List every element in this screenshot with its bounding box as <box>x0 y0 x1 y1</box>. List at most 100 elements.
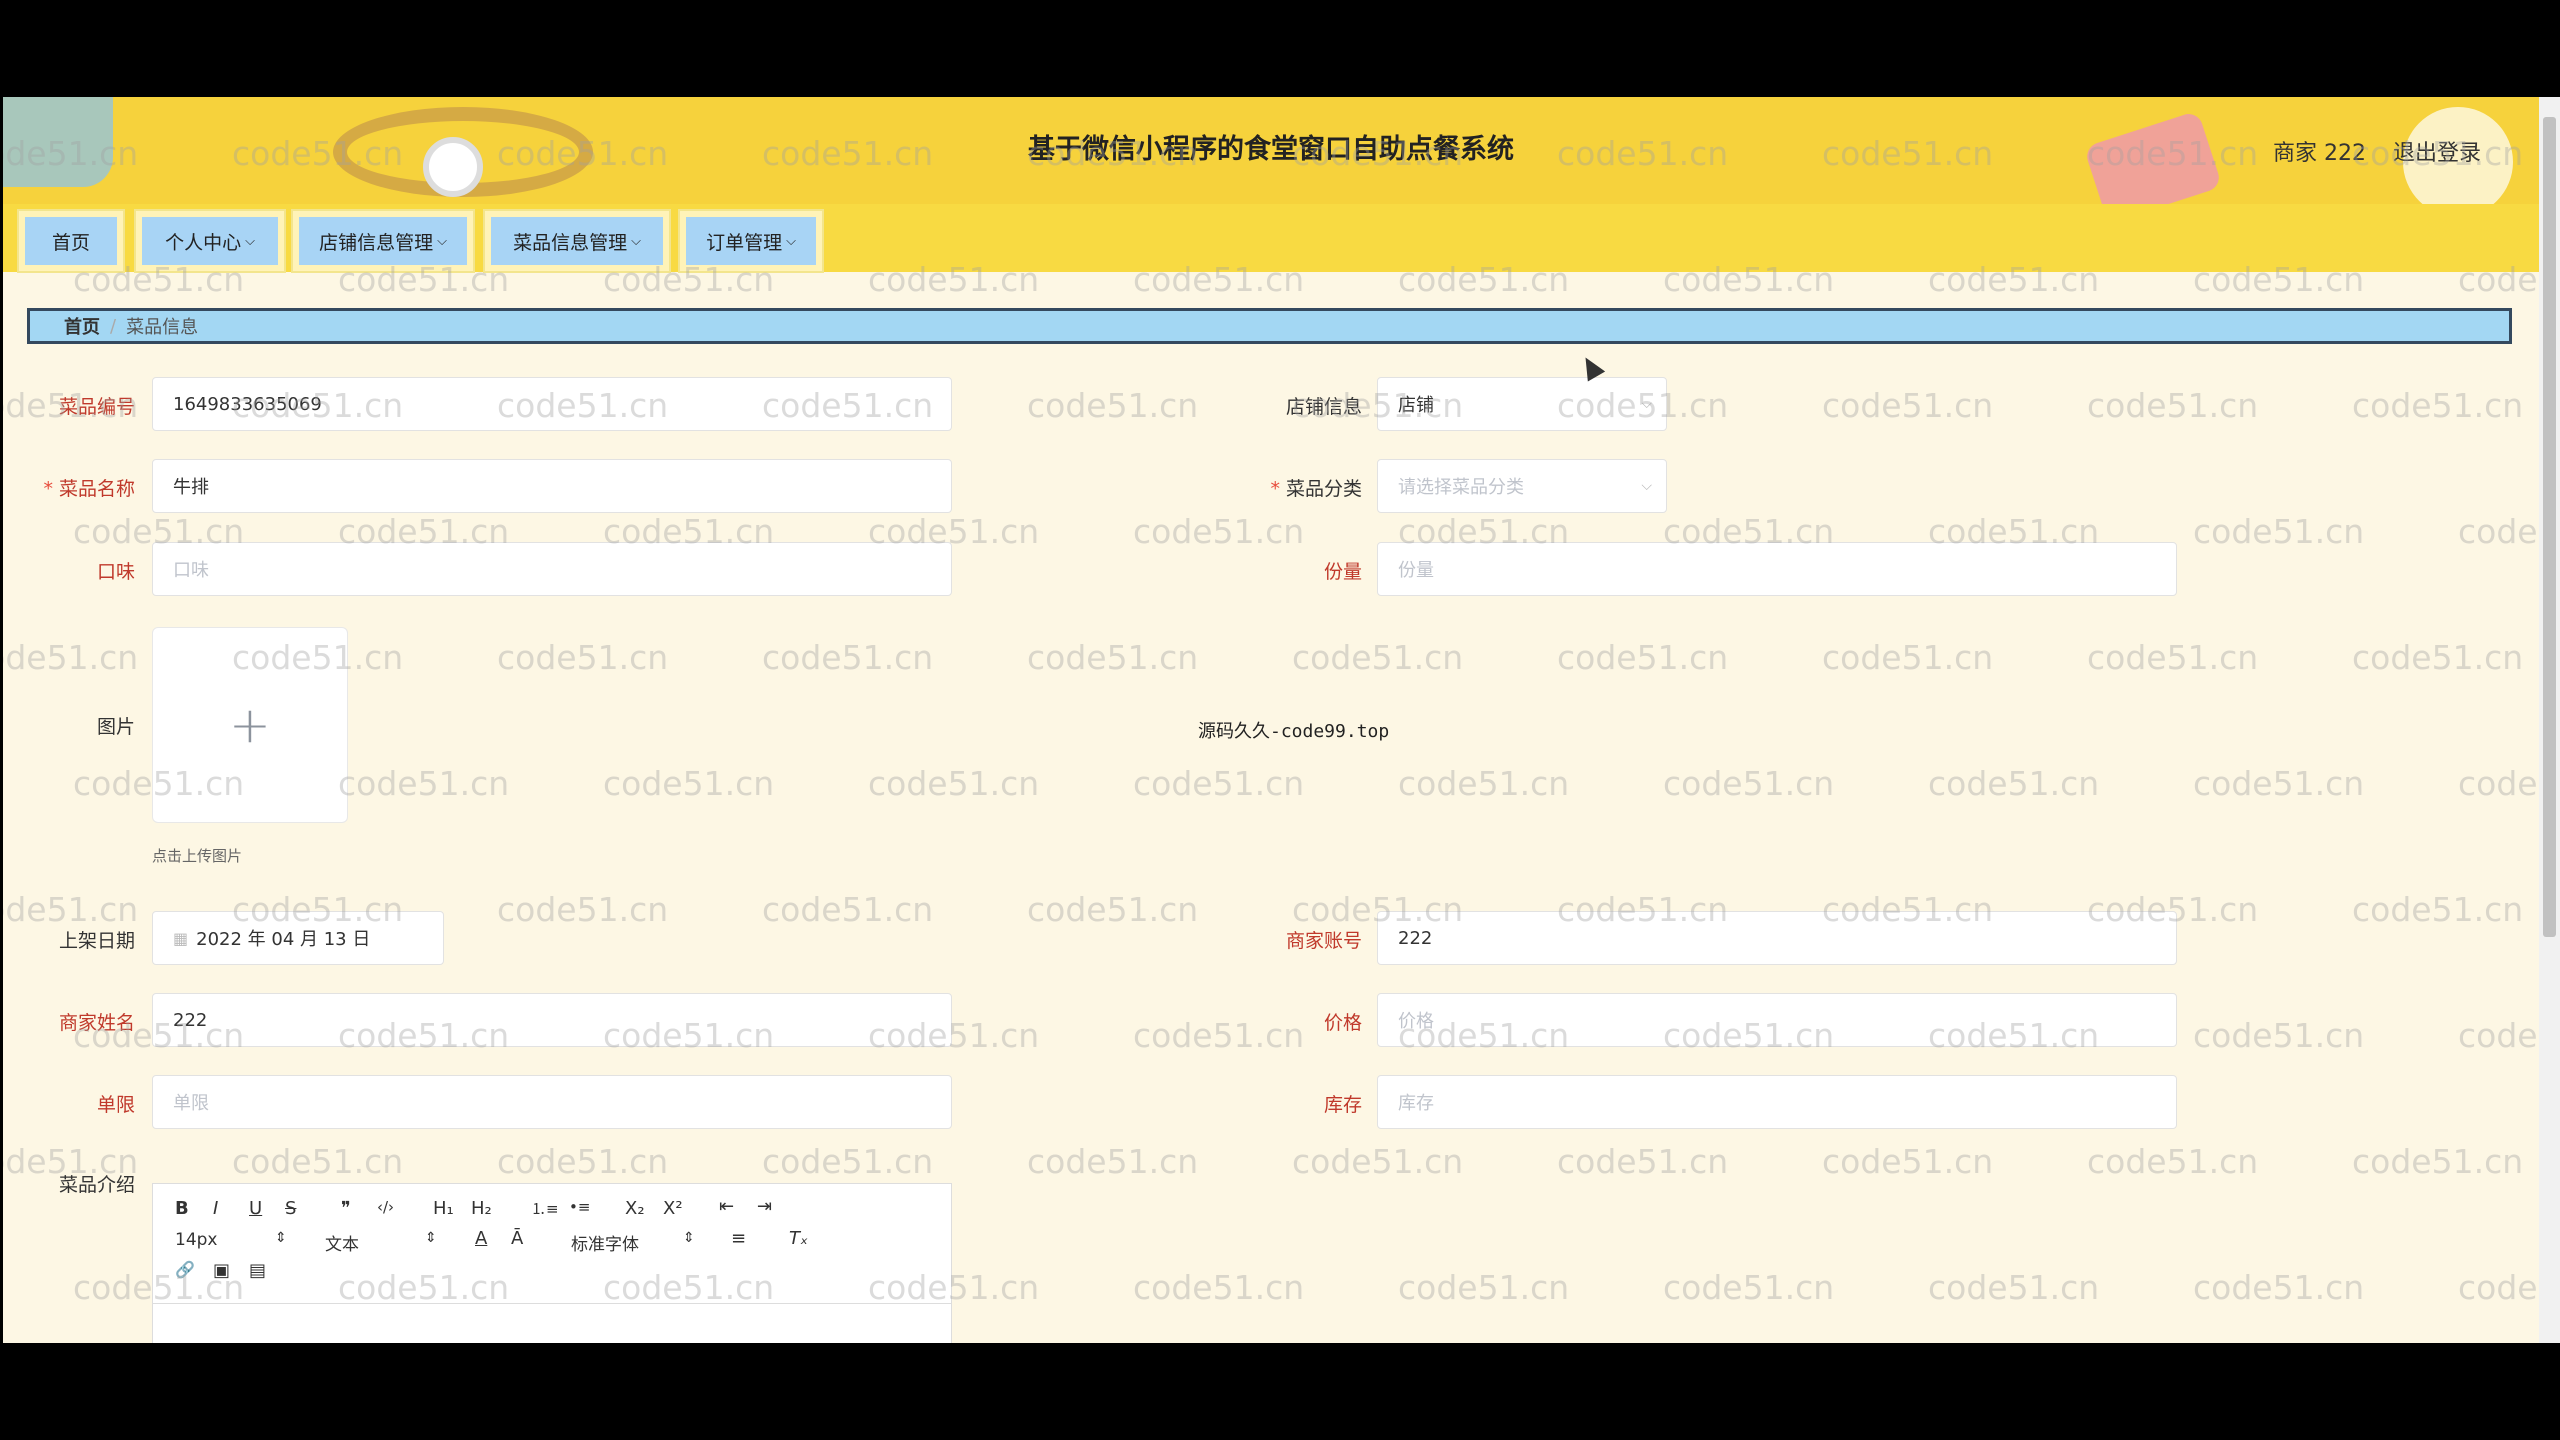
align-button[interactable]: ≡ <box>731 1228 746 1249</box>
watermark-text: code51.cn <box>2458 1016 2539 1055</box>
calendar-icon: ▦ <box>173 928 189 948</box>
watermark-text: code51.cn <box>1292 1142 1464 1181</box>
chevron-down-icon: ⌵ <box>437 233 447 249</box>
watermark-text: code51.cn <box>2458 764 2539 803</box>
nav-item-home[interactable]: 首页 <box>19 211 123 271</box>
merchant-name-label: 商家姓名 <box>58 1012 135 1034</box>
header-type-select[interactable]: 文本 <box>325 1230 359 1255</box>
limit-field[interactable]: 单限 <box>152 1075 952 1129</box>
nav-item-order-management[interactable]: 订单管理 ⌵ <box>680 211 822 271</box>
merchant-name-field[interactable]: 222 <box>152 993 952 1047</box>
video-button[interactable]: ▤ <box>249 1260 266 1281</box>
nav-item-shop-management[interactable]: 店铺信息管理 ⌵ <box>293 211 473 271</box>
shop-select[interactable]: 店铺 ⌵ <box>1377 377 1667 431</box>
watermark-text: code51.cn <box>2087 638 2259 677</box>
upload-hint: 点击上传图片 <box>152 847 243 865</box>
watermark-text: code51.cn <box>603 764 775 803</box>
outdent-button[interactable]: ⇤ <box>719 1196 734 1217</box>
dish-name-field[interactable]: 牛排 <box>152 459 952 513</box>
header-type-select-arrow-icon: ⇕ <box>425 1230 437 1246</box>
nav-item-personal-center[interactable]: 个人中心 ⌵ <box>136 211 284 271</box>
watermark-text: code51.cn <box>2352 386 2524 425</box>
indent-button[interactable]: ⇥ <box>757 1196 772 1217</box>
scrollbar-thumb[interactable] <box>2543 117 2556 937</box>
watermark-text: code51.cn <box>338 764 510 803</box>
bullet-list-button[interactable]: •≡ <box>569 1198 590 1216</box>
font-family-select-arrow-icon: ⇕ <box>683 1230 695 1246</box>
italic-button[interactable]: I <box>213 1198 218 1219</box>
watermark-text: code51.cn <box>1822 1142 1994 1181</box>
breadcrumb-home[interactable]: 首页 <box>64 313 100 339</box>
category-label: * 菜品分类 <box>1270 478 1362 500</box>
stock-field[interactable]: 库存 <box>1377 1075 2177 1129</box>
code-button[interactable]: ‹/› <box>377 1198 394 1216</box>
watermark-text: code51.cn <box>2087 386 2259 425</box>
watermark-text: code51.cn <box>497 638 669 677</box>
watermark-text: code51.cn <box>1398 764 1570 803</box>
taste-field[interactable]: 口味 <box>152 542 952 596</box>
h1-button[interactable]: H₁ <box>433 1198 454 1219</box>
nav-item-dish-management[interactable]: 菜品信息管理 ⌵ <box>485 211 669 271</box>
watermark-text: code51.cn <box>3 638 139 677</box>
link-button[interactable]: 🔗 <box>175 1260 195 1279</box>
h2-button[interactable]: H₂ <box>471 1198 492 1219</box>
background-color-button[interactable]: Ā <box>511 1228 523 1249</box>
strike-button[interactable]: S <box>285 1198 296 1219</box>
clear-format-button[interactable]: Tₓ <box>789 1228 808 1249</box>
vertical-scrollbar[interactable] <box>2539 97 2560 1343</box>
font-color-button[interactable]: A <box>475 1228 487 1249</box>
ordered-list-button[interactable]: ⒈≡ <box>531 1198 559 1219</box>
image-button[interactable]: ▣ <box>213 1260 230 1281</box>
chevron-down-icon: ⌵ <box>786 233 796 249</box>
shelf-date-value: 2022 年 04 月 13 日 <box>196 929 371 950</box>
watermark-text: code51.cn <box>2193 1016 2365 1055</box>
font-family-select[interactable]: 标准字体 <box>571 1230 639 1255</box>
header-decoration <box>423 137 483 197</box>
overlay-text: 源码久久-code99.top <box>1198 721 1390 742</box>
blockquote-button[interactable]: ❞ <box>341 1198 351 1219</box>
dish-no-field[interactable]: 1649833635069 <box>152 377 952 431</box>
watermark-text: code51.cn <box>1822 386 1994 425</box>
font-size-select[interactable]: 14px <box>175 1230 217 1250</box>
header-decoration <box>2083 110 2223 204</box>
watermark-text: code51.cn <box>1557 638 1729 677</box>
watermark-text: code51.cn <box>762 638 934 677</box>
watermark-text: code51.cn <box>1557 1142 1729 1181</box>
watermark-text: code51.cn <box>2352 890 2524 929</box>
watermark-text: code51.cn <box>2193 1268 2365 1307</box>
price-label: 价格 <box>1323 1012 1362 1034</box>
watermark-text: code51.cn <box>497 890 669 929</box>
superscript-button[interactable]: X² <box>663 1198 683 1219</box>
editor-toolbar: B I U S ❞ ‹/› H₁ H₂ ⒈≡ •≡ X₂ X² ⇤ ⇥ 14px… <box>153 1184 951 1304</box>
shelf-date-picker[interactable]: ▦ 2022 年 04 月 13 日 <box>152 911 444 965</box>
underline-button[interactable]: U <box>249 1198 262 1219</box>
watermark-text: code51.cn <box>1027 890 1199 929</box>
chevron-down-icon: ⌵ <box>631 233 641 249</box>
price-field[interactable]: 价格 <box>1377 993 2177 1047</box>
dish-name-label: * 菜品名称 <box>43 478 135 500</box>
watermark-text: code51.cn <box>2458 512 2539 551</box>
watermark-text: code51.cn <box>1928 1268 2100 1307</box>
intro-label: 菜品介绍 <box>58 1174 135 1196</box>
watermark-text: code51.cn <box>497 1142 669 1181</box>
watermark-text: code51.cn <box>1663 1268 1835 1307</box>
image-label: 图片 <box>96 716 135 738</box>
watermark-text: code51.cn <box>1133 512 1305 551</box>
logout-link[interactable]: 退出登录 <box>2393 135 2481 167</box>
watermark-text: code51.cn <box>2193 512 2365 551</box>
merchant-account-label: 商家账号 <box>1285 930 1362 952</box>
watermark-text: code51.cn <box>2193 764 2365 803</box>
bold-button[interactable]: B <box>175 1198 189 1219</box>
portion-field[interactable]: 份量 <box>1377 542 2177 596</box>
shop-select-value: 店铺 <box>1398 395 1434 416</box>
watermark-text: code51.cn <box>1928 764 2100 803</box>
rich-text-editor: B I U S ❞ ‹/› H₁ H₂ ⒈≡ •≡ X₂ X² ⇤ ⇥ 14px… <box>152 1183 952 1343</box>
watermark-text: code51.cn <box>1027 386 1199 425</box>
breadcrumb: 首页 / 菜品信息 <box>27 308 2512 344</box>
image-upload[interactable]: + <box>152 627 348 823</box>
subscript-button[interactable]: X₂ <box>625 1198 645 1219</box>
chevron-down-icon: ⌵ <box>245 233 255 249</box>
breadcrumb-current: 菜品信息 <box>126 317 199 338</box>
merchant-account-field[interactable]: 222 <box>1377 911 2177 965</box>
category-select[interactable]: 请选择菜品分类 ⌵ <box>1377 459 1667 513</box>
